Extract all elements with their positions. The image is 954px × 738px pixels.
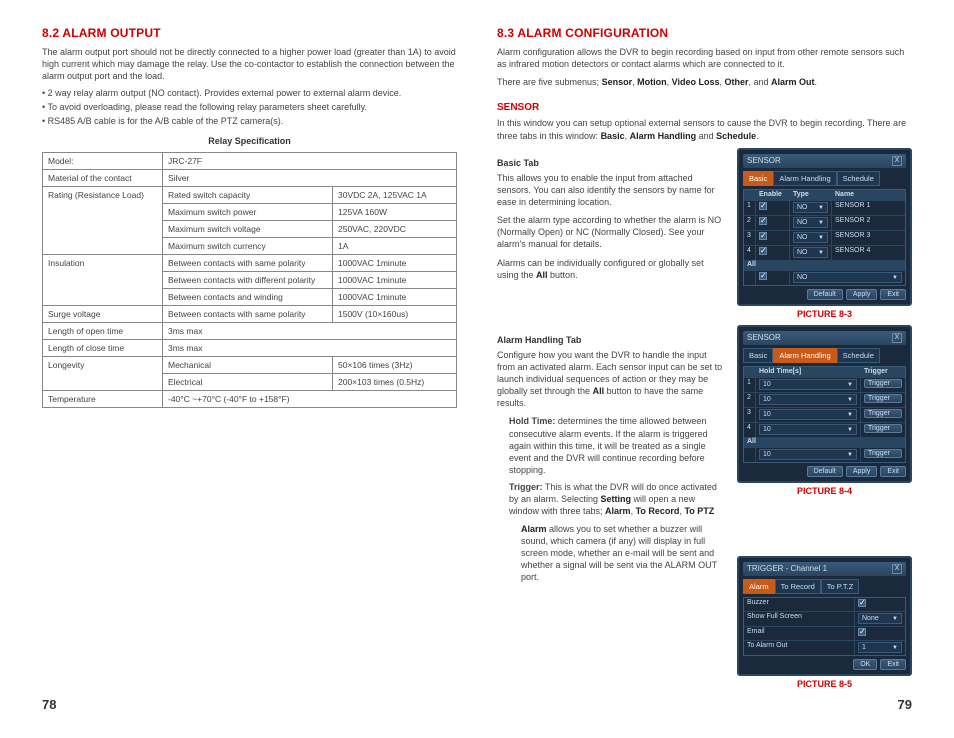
tab-alarm[interactable]: Alarm <box>743 579 775 594</box>
sensor-alarm-handling-window: SENSORX Basic Alarm Handling Schedule Ho… <box>737 325 912 483</box>
default-button[interactable]: Default <box>807 466 843 477</box>
tab-basic[interactable]: Basic <box>743 348 773 363</box>
bullet: RS485 A/B cable is for the A/B cable of … <box>42 116 457 126</box>
basic-p3: Alarms can be individually configured or… <box>497 257 727 281</box>
close-icon[interactable]: X <box>892 564 902 574</box>
checkbox[interactable] <box>858 599 866 607</box>
apply-button[interactable]: Apply <box>846 466 878 477</box>
figure-caption: PICTURE 8-4 <box>737 486 912 496</box>
ok-button[interactable]: OK <box>853 659 877 670</box>
value-select[interactable]: None▼ <box>858 613 902 624</box>
tab-schedule[interactable]: Schedule <box>837 348 880 363</box>
bullet-list: 2 way relay alarm output (NO contact). P… <box>42 88 457 126</box>
chevron-down-icon: ▼ <box>847 452 853 458</box>
close-icon[interactable]: X <box>892 333 902 343</box>
checkbox[interactable] <box>759 247 767 255</box>
window-title: TRIGGER - Channel 1 <box>747 564 827 573</box>
basic-tab-heading: Basic Tab <box>497 158 727 168</box>
sensor-heading: SENSOR <box>497 102 912 113</box>
checkbox[interactable] <box>759 202 767 210</box>
checkbox[interactable] <box>759 217 767 225</box>
figure-caption: PICTURE 8-5 <box>737 679 912 689</box>
type-select[interactable]: NO▼ <box>793 217 828 228</box>
checkbox[interactable] <box>759 272 767 280</box>
bullet: To avoid overloading, please read the fo… <box>42 102 457 112</box>
apply-button[interactable]: Apply <box>846 289 878 300</box>
window-title: SENSOR <box>747 333 781 342</box>
type-select[interactable]: NO▼ <box>793 272 902 283</box>
figure-8-4: SENSORX Basic Alarm Handling Schedule Ho… <box>737 325 912 496</box>
exit-button[interactable]: Exit <box>880 659 906 670</box>
exit-button[interactable]: Exit <box>880 289 906 300</box>
checkbox[interactable] <box>759 232 767 240</box>
hold-select[interactable]: 10▼ <box>759 379 857 390</box>
intro-text: The alarm output port should not be dire… <box>42 46 457 82</box>
trigger-channel-window: TRIGGER - Channel 1 X Alarm To Record To … <box>737 556 912 676</box>
window-title: SENSOR <box>747 156 781 165</box>
page-number-right: 79 <box>898 697 912 712</box>
exit-button[interactable]: Exit <box>880 466 906 477</box>
relay-spec-table: Model:JRC-27FMaterial of the contactSilv… <box>42 152 457 408</box>
trigger-button[interactable]: Trigger <box>864 424 902 433</box>
section-heading-8-3: 8.3 ALARM CONFIGURATION <box>497 26 912 40</box>
trigger-button[interactable]: Trigger <box>864 379 902 388</box>
hold-select[interactable]: 10▼ <box>759 424 857 435</box>
figure-caption: PICTURE 8-3 <box>737 309 912 319</box>
close-icon[interactable]: X <box>892 156 902 166</box>
hold-select[interactable]: 10▼ <box>759 409 857 420</box>
basic-p2: Set the alarm type according to whether … <box>497 214 727 250</box>
figure-8-3: SENSORX Basic Alarm Handling Schedule En… <box>737 148 912 319</box>
type-select[interactable]: NO▼ <box>793 247 828 258</box>
hold-select[interactable]: 10▼ <box>759 394 857 405</box>
tab-to-ptz[interactable]: To P.T.Z <box>821 579 860 594</box>
tab-to-record[interactable]: To Record <box>775 579 821 594</box>
hold-time-def: Hold Time: determines the time allowed b… <box>509 415 727 476</box>
table-title: Relay Specification <box>42 136 457 146</box>
chevron-down-icon: ▼ <box>892 275 898 281</box>
right-column: 8.3 ALARM CONFIGURATION Alarm configurat… <box>497 26 912 712</box>
tab-schedule[interactable]: Schedule <box>837 171 880 186</box>
checkbox[interactable] <box>858 628 866 636</box>
submenu-line: There are five submenus; Sensor, Motion,… <box>497 76 912 88</box>
ah-p1: Configure how you want the DVR to handle… <box>497 349 727 410</box>
left-column: 8.2 ALARM OUTPUT The alarm output port s… <box>42 26 457 712</box>
type-select[interactable]: NO▼ <box>793 202 828 213</box>
section-heading-8-2: 8.2 ALARM OUTPUT <box>42 26 457 40</box>
bullet: 2 way relay alarm output (NO contact). P… <box>42 88 457 98</box>
alarm-def: Alarm allows you to set whether a buzzer… <box>521 523 727 584</box>
tab-alarm-handling[interactable]: Alarm Handling <box>773 348 836 363</box>
tab-basic[interactable]: Basic <box>743 171 773 186</box>
tab-alarm-handling[interactable]: Alarm Handling <box>773 171 836 186</box>
figure-8-5: TRIGGER - Channel 1 X Alarm To Record To … <box>737 556 912 689</box>
sensor-basic-window: SENSORX Basic Alarm Handling Schedule En… <box>737 148 912 306</box>
type-select[interactable]: NO▼ <box>793 232 828 243</box>
alarm-handling-heading: Alarm Handling Tab <box>497 335 727 345</box>
trigger-def: Trigger: This is what the DVR will do on… <box>509 481 727 517</box>
trigger-button[interactable]: Trigger <box>864 409 902 418</box>
value-select[interactable]: 1▼ <box>858 642 902 653</box>
hold-select[interactable]: 10▼ <box>759 449 857 460</box>
basic-p1: This allows you to enable the input from… <box>497 172 727 208</box>
default-button[interactable]: Default <box>807 289 843 300</box>
trigger-button[interactable]: Trigger <box>864 449 902 458</box>
trigger-button[interactable]: Trigger <box>864 394 902 403</box>
intro-text: Alarm configuration allows the DVR to be… <box>497 46 912 70</box>
page-number-left: 78 <box>42 697 56 712</box>
sensor-intro: In this window you can setup optional ex… <box>497 117 912 141</box>
